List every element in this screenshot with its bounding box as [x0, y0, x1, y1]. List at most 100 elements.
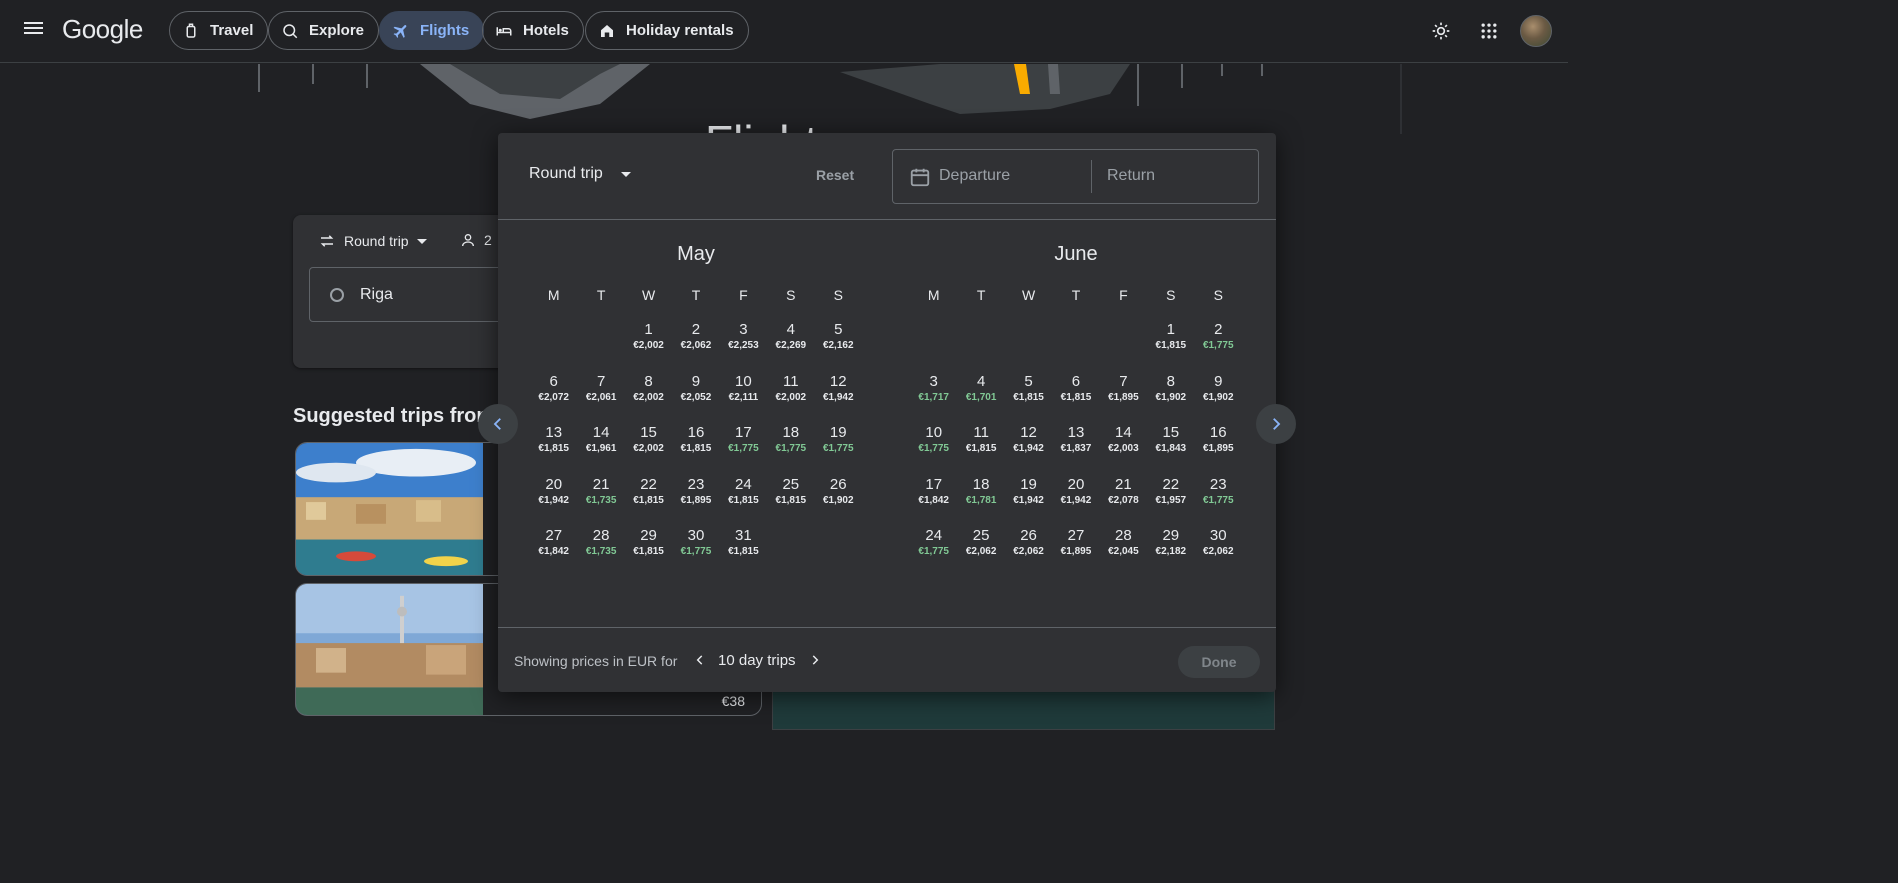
calendar-day[interactable]: 8 €1,902	[1147, 371, 1194, 423]
calendar-day[interactable]: 15 €2,002	[625, 422, 672, 474]
month-june: June MTWTFSS 1 €1,815 2 €1,775 3 €1,717 4 €1,70…	[910, 243, 1242, 557]
calendar-day[interactable]: 29 €1,815	[625, 525, 672, 577]
calendar-day[interactable]: 6 €2,072	[530, 371, 577, 423]
calendar-day[interactable]: 22 €1,815	[625, 474, 672, 526]
calendar-day[interactable]: 23 €1,895	[672, 474, 719, 526]
day-number: 19	[1020, 475, 1037, 493]
calendar-day[interactable]: 14 €1,961	[577, 422, 624, 474]
calendar-day[interactable]: 5 €1,815	[1005, 371, 1052, 423]
calendar-day[interactable]: 13 €1,837	[1052, 422, 1099, 474]
passengers-select[interactable]: 2	[460, 232, 492, 248]
calendar-day[interactable]: 7 €1,895	[1100, 371, 1147, 423]
calendar-day[interactable]: 12 €1,942	[815, 371, 862, 423]
calendar-day[interactable]: 22 €1,957	[1147, 474, 1194, 526]
day-number: 9	[691, 372, 701, 390]
calendar-day[interactable]: 13 €1,815	[530, 422, 577, 474]
theme-toggle-button[interactable]	[1424, 14, 1458, 48]
day-price: €1,775	[728, 443, 759, 454]
calendar-day[interactable]: 11 €1,815	[957, 422, 1004, 474]
calendar-day[interactable]: 25 €2,062	[957, 525, 1004, 577]
calendar-day[interactable]: 12 €1,942	[1005, 422, 1052, 474]
calendar-day[interactable]: 17 €1,842	[910, 474, 957, 526]
calendar-day[interactable]: 8 €2,002	[625, 371, 672, 423]
day-number: 6	[1071, 372, 1081, 390]
calendar-day[interactable]: 9 €2,052	[672, 371, 719, 423]
previous-month-button[interactable]	[478, 404, 518, 444]
calendar-day[interactable]: 28 €1,735	[577, 525, 624, 577]
calendar-day[interactable]: 24 €1,815	[720, 474, 767, 526]
nav-hotels[interactable]: Hotels	[482, 11, 584, 50]
calendar-day[interactable]: 26 €2,062	[1005, 525, 1052, 577]
calendar-day[interactable]: 18 €1,775	[767, 422, 814, 474]
reset-button[interactable]: Reset	[816, 167, 854, 183]
day-price: €1,957	[1155, 494, 1187, 506]
calendar-day[interactable]: 5 €2,162	[815, 319, 862, 371]
calendar-day[interactable]: 11 €2,002	[767, 371, 814, 423]
nav-holiday-rentals[interactable]: Holiday rentals	[585, 11, 749, 50]
day-number: 4	[786, 321, 795, 338]
weekday-label: W	[1021, 287, 1036, 303]
nav-travel[interactable]: Travel	[169, 11, 269, 50]
date-divider	[1091, 160, 1092, 193]
done-button[interactable]: Done	[1178, 646, 1260, 678]
dialog-trip-type-select[interactable]: Round trip	[529, 165, 631, 183]
calendar-day[interactable]: 1 €1,815	[1147, 319, 1194, 371]
calendar-day[interactable]: 14 €2,003	[1100, 422, 1147, 474]
map-preview[interactable]	[772, 690, 1275, 730]
calendar-day[interactable]: 4 €1,701	[957, 371, 1004, 423]
month-title: June	[1054, 243, 1098, 265]
increase-trip-length-button[interactable]	[803, 648, 827, 672]
menu-icon[interactable]	[22, 19, 46, 43]
calendar-day[interactable]: 3 €2,253	[720, 319, 767, 371]
calendar-day[interactable]: 19 €1,775	[815, 422, 862, 474]
calendar-day[interactable]: 2 €2,062	[672, 319, 719, 371]
google-logo[interactable]: Google	[62, 14, 143, 45]
calendar-day[interactable]: 16 €1,895	[1195, 422, 1242, 474]
calendar-day[interactable]: 10 €2,111	[720, 371, 767, 423]
account-avatar[interactable]	[1520, 15, 1552, 47]
calendar-day[interactable]: 30 €1,775	[672, 525, 719, 577]
calendar-day[interactable]: 2 €1,775	[1195, 319, 1242, 371]
calendar-day[interactable]: 17 €1,775	[720, 422, 767, 474]
calendar-day[interactable]: 30 €2,062	[1195, 525, 1242, 577]
departure-input[interactable]: Departure	[939, 167, 1010, 185]
day-price: €2,062	[1013, 546, 1044, 557]
trip-type-select[interactable]: Round trip	[318, 232, 427, 250]
calendar-day[interactable]: 29 €2,182	[1147, 525, 1194, 577]
day-number: 22	[640, 475, 657, 493]
calendar-day[interactable]: 6 €1,815	[1052, 371, 1099, 423]
day-price: €1,717	[918, 391, 949, 403]
calendar-day[interactable]: 4 €2,269	[767, 319, 814, 371]
calendar-day[interactable]: 26 €1,902	[815, 474, 862, 526]
calendar-day[interactable]: 21 €1,735	[577, 474, 624, 526]
calendar-day[interactable]: 1 €2,002	[625, 319, 672, 371]
calendar-day[interactable]: 24 €1,775	[910, 525, 957, 577]
calendar-day[interactable]: 18 €1,781	[957, 474, 1004, 526]
calendar-day[interactable]: 21 €2,078	[1100, 474, 1147, 526]
calendar-day[interactable]: 28 €2,045	[1100, 525, 1147, 577]
calendar-day[interactable]: 7 €2,061	[577, 371, 624, 423]
calendar-day[interactable]: 31 €1,815	[720, 525, 767, 577]
calendar-day[interactable]: 20 €1,942	[530, 474, 577, 526]
calendar-day[interactable]: 10 €1,775	[910, 422, 957, 474]
next-month-button[interactable]	[1256, 404, 1296, 444]
decrease-trip-length-button[interactable]	[688, 648, 712, 672]
calendar-day[interactable]: 19 €1,942	[1005, 474, 1052, 526]
calendar-day[interactable]: 25 €1,815	[767, 474, 814, 526]
calendar-day[interactable]: 20 €1,942	[1052, 474, 1099, 526]
nav-explore[interactable]: Explore	[268, 11, 380, 50]
day-price: €1,815	[728, 494, 759, 506]
calendar-day[interactable]: 27 €1,895	[1052, 525, 1099, 577]
day-price: €1,902	[822, 494, 854, 506]
calendar-day[interactable]: 3 €1,717	[910, 371, 957, 423]
return-input[interactable]: Return	[1107, 167, 1155, 185]
calendar-day[interactable]: 23 €1,775	[1195, 474, 1242, 526]
calendar-day[interactable]: 15 €1,843	[1147, 422, 1194, 474]
day-number: 24	[925, 527, 943, 544]
apps-button[interactable]	[1472, 14, 1506, 48]
calendar-day[interactable]: 9 €1,902	[1195, 371, 1242, 423]
day-number: 28	[1115, 527, 1132, 544]
nav-flights[interactable]: Flights	[379, 11, 485, 50]
calendar-day[interactable]: 16 €1,815	[672, 422, 719, 474]
calendar-day[interactable]: 27 €1,842	[530, 525, 577, 577]
